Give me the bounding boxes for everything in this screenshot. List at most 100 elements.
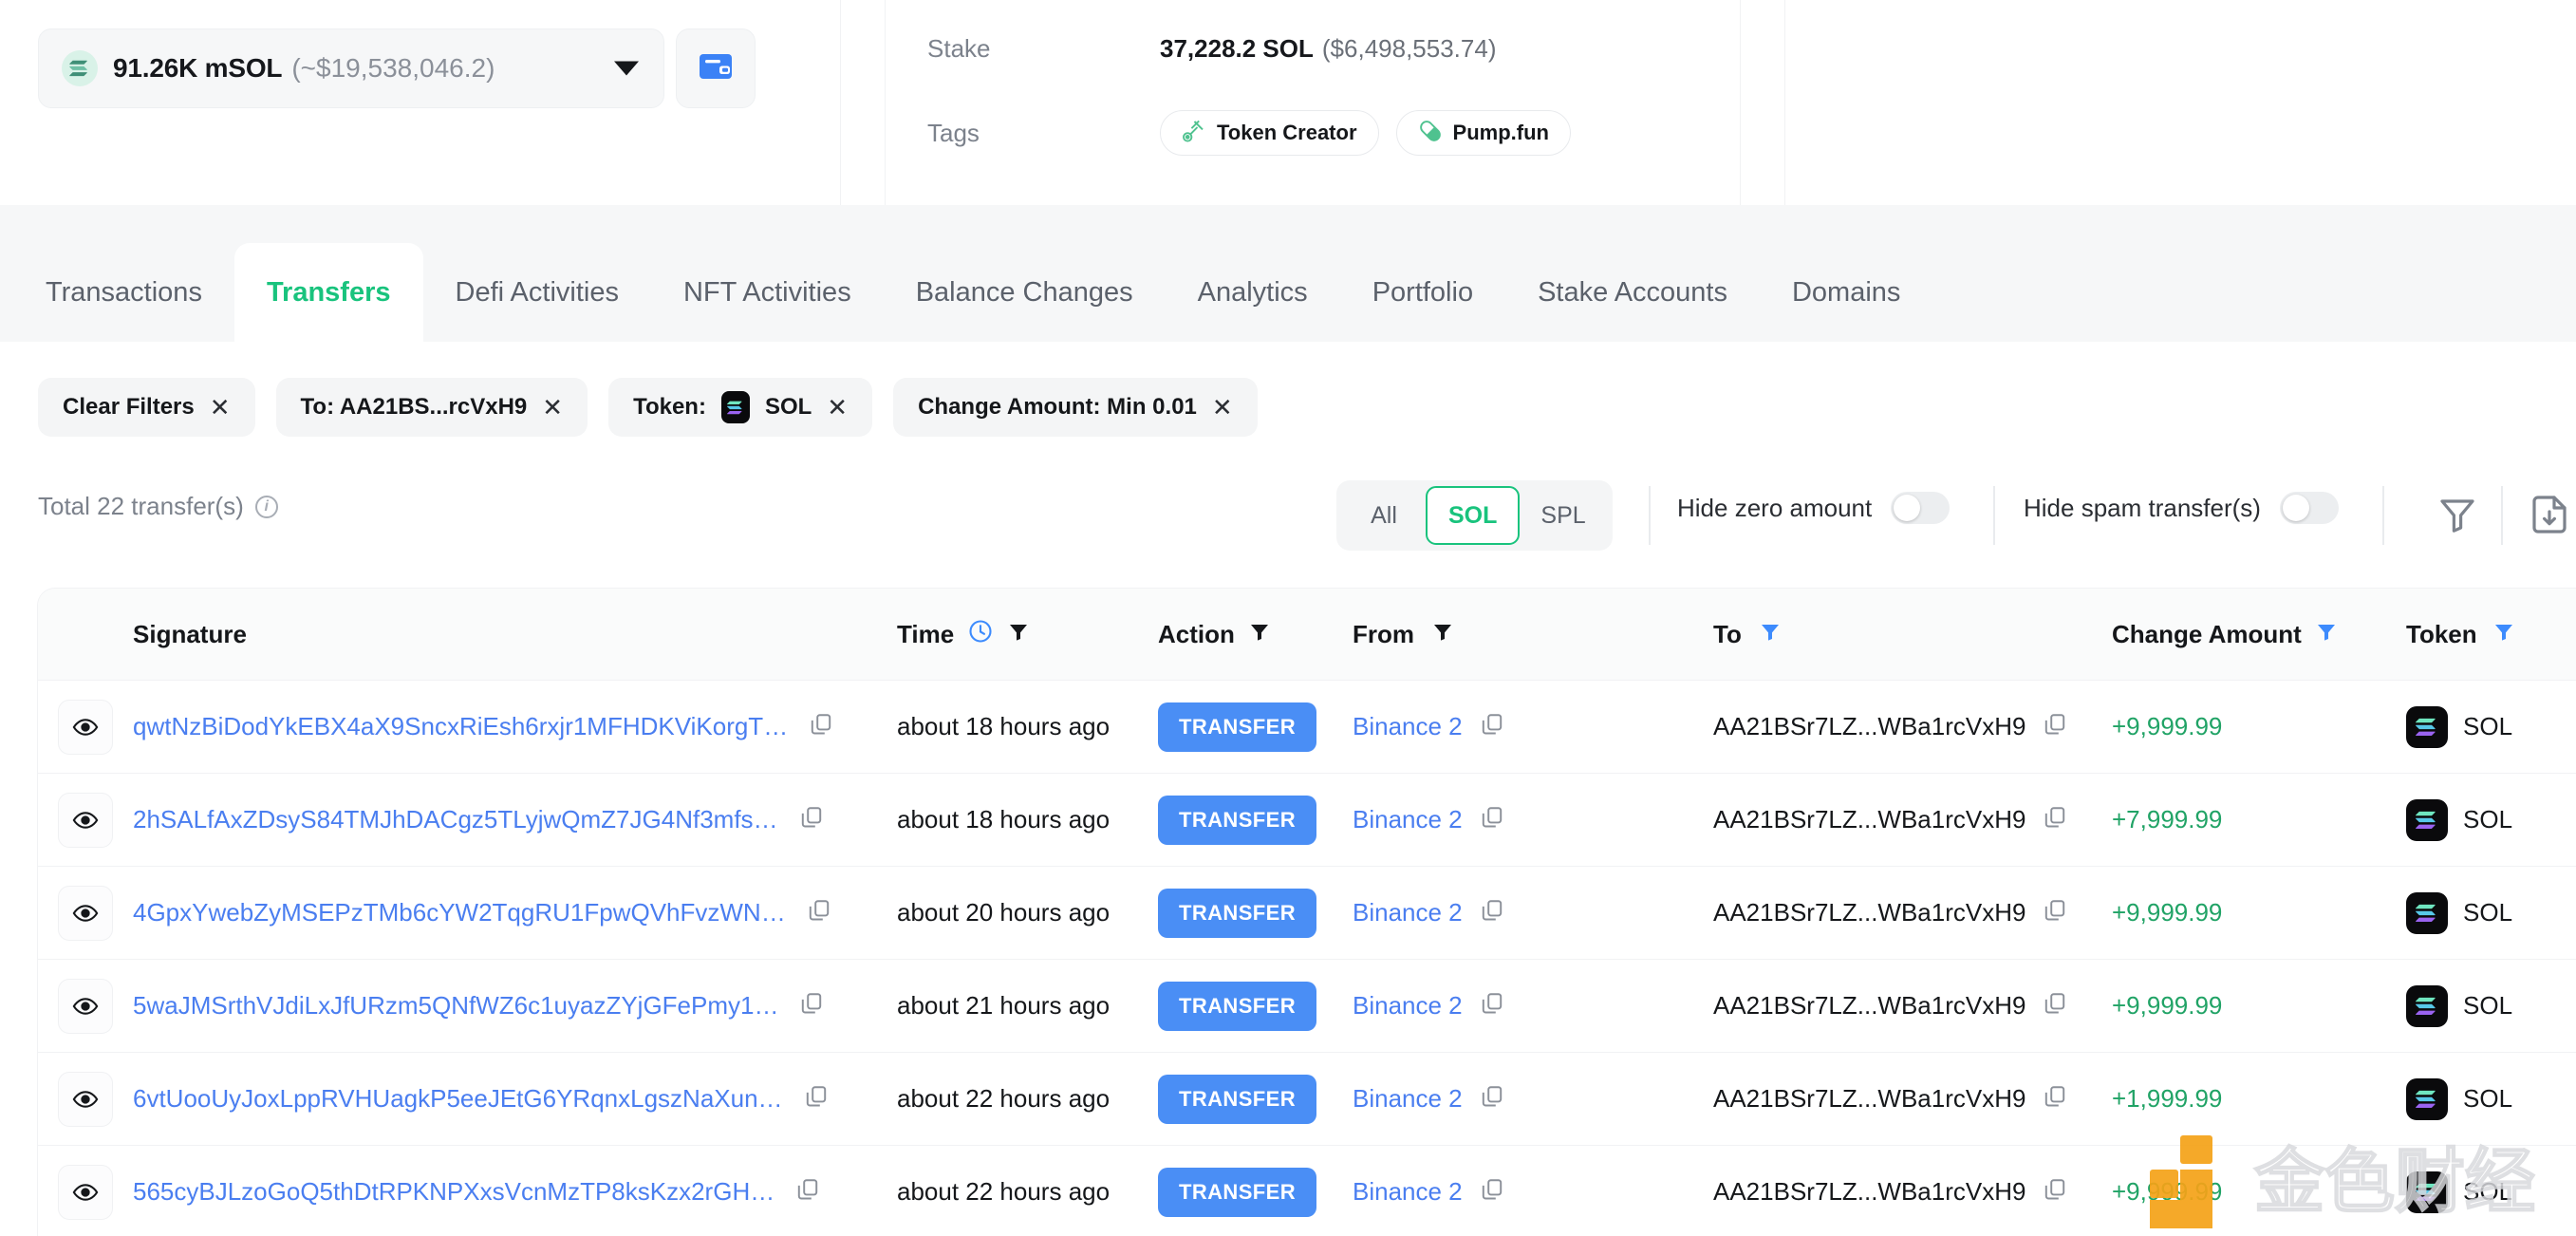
copy-icon[interactable] [1480, 991, 1504, 1021]
copy-icon[interactable] [2043, 1084, 2067, 1114]
eye-icon[interactable] [58, 978, 113, 1034]
copy-icon[interactable] [799, 805, 824, 834]
signature-link[interactable]: qwtNzBiDodYkEBX4aX9SncxRiEsh6rxjr1MFHDKV… [133, 712, 788, 741]
eye-icon[interactable] [58, 885, 113, 941]
tab-balance-changes[interactable]: Balance Changes [884, 243, 1166, 342]
signature-link[interactable]: 6vtUooUyJoxLppRVHUagkP5eeJEtG6YRqnxLgszN… [133, 1084, 783, 1114]
tag-pump-fun[interactable]: Pump.fun [1395, 110, 1571, 156]
eye-icon[interactable] [58, 699, 113, 755]
chip-change-amount[interactable]: Change Amount: Min 0.01 ✕ [893, 378, 1258, 437]
close-icon[interactable]: ✕ [827, 395, 848, 420]
close-icon[interactable]: ✕ [542, 395, 563, 420]
close-icon[interactable]: ✕ [210, 395, 231, 420]
copy-icon[interactable] [795, 1177, 820, 1207]
tab-domains[interactable]: Domains [1760, 243, 1932, 342]
copy-icon[interactable] [1480, 712, 1504, 741]
from-link[interactable]: Binance 2 [1353, 805, 1463, 834]
chip-token[interactable]: Token: SOL ✕ [608, 378, 873, 437]
from-link[interactable]: Binance 2 [1353, 712, 1463, 741]
table-row[interactable]: 4GpxYwebZyMSEPzTMb6cYW2TqgRU1FpwQVhFvzWN… [38, 866, 2576, 959]
from-link[interactable]: Binance 2 [1353, 1177, 1463, 1207]
token-creator-icon [1182, 119, 1206, 148]
solana-token-icon [2406, 891, 2448, 934]
th-label: Action [1158, 619, 1235, 648]
filter-icon[interactable] [1431, 620, 1454, 649]
from-link[interactable]: Binance 2 [1353, 991, 1463, 1021]
copy-icon[interactable] [799, 991, 824, 1021]
copy-icon[interactable] [2043, 1177, 2067, 1207]
filter-icon-active[interactable] [2492, 620, 2515, 649]
segment-sol[interactable]: SOL [1426, 486, 1521, 545]
copy-icon[interactable] [1480, 898, 1504, 927]
table-row[interactable]: 565cyBJLzoGoQ5thDtRPKNPXxsVcnMzTP8ksKzx2… [38, 1145, 2576, 1236]
row-token-cell: SOL [2406, 798, 2576, 841]
eye-icon[interactable] [58, 1164, 113, 1220]
row-signature-cell: 4GpxYwebZyMSEPzTMb6cYW2TqgRU1FpwQVhFvzWN… [133, 898, 897, 927]
from-link[interactable]: Binance 2 [1353, 1084, 1463, 1114]
hide-zero-amount-toggle[interactable] [1891, 492, 1951, 524]
signature-link[interactable]: 565cyBJLzoGoQ5thDtRPKNPXxsVcnMzTP8ksKzx2… [133, 1177, 775, 1207]
chevron-down-icon[interactable] [614, 61, 639, 76]
tab-portfolio[interactable]: Portfolio [1340, 243, 1505, 342]
row-action-cell: TRANSFER [1158, 981, 1353, 1031]
info-icon[interactable]: i [254, 495, 278, 518]
pill-icon [1418, 119, 1443, 148]
row-change-amount-cell: +1,999.99 [2112, 1084, 2406, 1114]
row-action-cell: TRANSFER [1158, 795, 1353, 845]
tab-stake-accounts[interactable]: Stake Accounts [1505, 243, 1760, 342]
th-token: Token [2406, 620, 2576, 649]
filter-icon[interactable] [1007, 620, 1030, 649]
token-balance-amount: 91.26K mSOL [113, 53, 283, 83]
filter-icon[interactable] [1248, 620, 1271, 649]
segment-spl[interactable]: SPL [1520, 486, 1606, 545]
signature-link[interactable]: 2hSALfAxZDsyS84TMJhDACgz5TLyjwQmZ7JG4Nf3… [133, 805, 778, 834]
row-to-cell: AA21BSr7LZ...WBa1rcVxH9 [1713, 1177, 2112, 1207]
segment-all[interactable]: All [1342, 486, 1426, 545]
signature-link[interactable]: 5waJMSrthVJdiLxJfURzm5QNfWZ6c1uyazZYjGFe… [133, 991, 778, 1021]
copy-icon[interactable] [2043, 805, 2067, 834]
tab-nft-activities[interactable]: NFT Activities [651, 243, 884, 342]
hide-spam-transfers-toggle[interactable] [2279, 492, 2339, 524]
eye-icon[interactable] [58, 1071, 113, 1127]
copy-icon[interactable] [809, 712, 833, 741]
download-button[interactable] [2527, 492, 2572, 542]
copy-icon[interactable] [2043, 991, 2067, 1021]
tab-analytics[interactable]: Analytics [1166, 243, 1340, 342]
tab-transfers[interactable]: Transfers [233, 243, 423, 342]
clock-icon[interactable] [967, 618, 994, 651]
token-selector[interactable]: 91.26K mSOL (~$19,538,046.2) [38, 28, 664, 108]
row-from-cell: Binance 2 [1353, 805, 1713, 834]
table-row[interactable]: 5waJMSrthVJdiLxJfURzm5QNfWZ6c1uyazZYjGFe… [38, 959, 2576, 1052]
chip-clear-filters[interactable]: Clear Filters ✕ [38, 378, 255, 437]
copy-icon[interactable] [1480, 1177, 1504, 1207]
close-icon[interactable]: ✕ [1212, 395, 1233, 420]
table-row[interactable]: 6vtUooUyJoxLppRVHUagkP5eeJEtG6YRqnxLgszN… [38, 1052, 2576, 1145]
copy-icon[interactable] [2043, 712, 2067, 741]
filter-button[interactable] [2435, 492, 2480, 542]
copy-icon[interactable] [804, 1084, 829, 1114]
table-row[interactable]: 2hSALfAxZDsyS84TMJhDACgz5TLyjwQmZ7JG4Nf3… [38, 773, 2576, 866]
wallet-button[interactable] [676, 28, 756, 108]
time-value: about 22 hours ago [897, 1177, 1111, 1206]
table-row[interactable]: qwtNzBiDodYkEBX4aX9SncxRiEsh6rxjr1MFHDKV… [38, 680, 2576, 773]
eye-icon[interactable] [58, 792, 113, 848]
row-eye-cell [38, 885, 133, 941]
row-change-amount-cell: +9,999.99 [2112, 991, 2406, 1021]
filter-icon-active[interactable] [2315, 620, 2338, 649]
from-link[interactable]: Binance 2 [1353, 898, 1463, 927]
copy-icon[interactable] [1480, 1084, 1504, 1114]
stake-label: Stake [927, 34, 991, 63]
tag-token-creator[interactable]: Token Creator [1160, 110, 1379, 156]
chip-to-address[interactable]: To: AA21BS...rcVxH9 ✕ [275, 378, 588, 437]
hide-spam-transfers-group: Hide spam transfer(s) [2024, 492, 2339, 524]
tab-transactions[interactable]: Transactions [13, 243, 234, 342]
card-divider [1740, 0, 1741, 205]
time-value: about 20 hours ago [897, 898, 1111, 927]
copy-icon[interactable] [2043, 898, 2067, 927]
token-symbol: SOL [2463, 805, 2513, 833]
filter-icon-active[interactable] [1759, 620, 1782, 649]
copy-icon[interactable] [1480, 805, 1504, 834]
copy-icon[interactable] [807, 898, 831, 927]
tab-defi-activities[interactable]: Defi Activities [423, 243, 651, 342]
signature-link[interactable]: 4GpxYwebZyMSEPzTMb6cYW2TqgRU1FpwQVhFvzWN… [133, 898, 786, 927]
